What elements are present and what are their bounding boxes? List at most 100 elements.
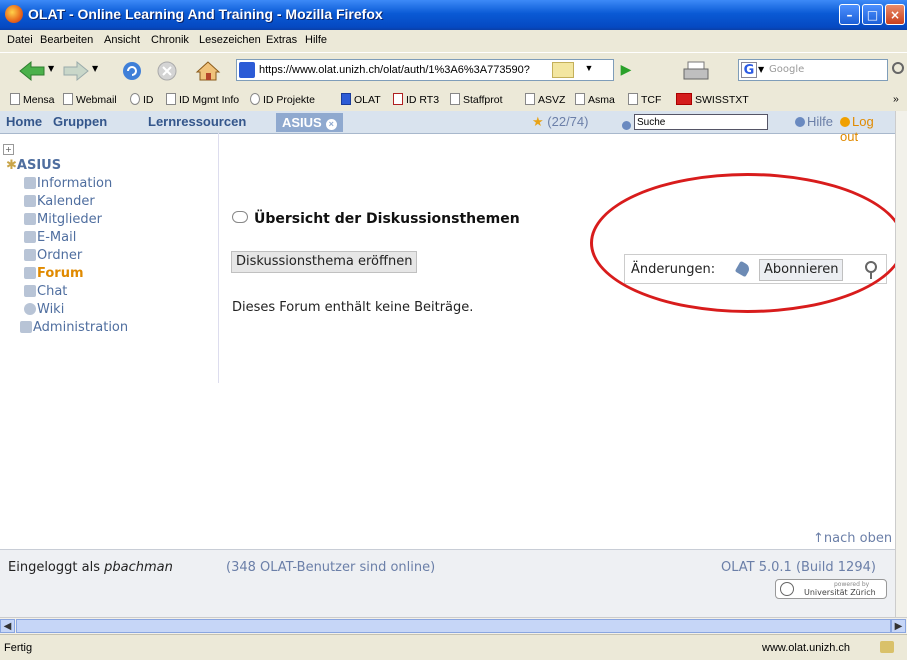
bookmark-id[interactable]: ID: [130, 93, 154, 106]
home-icon[interactable]: [195, 60, 221, 82]
university-label: Universität Zürich: [804, 588, 876, 597]
tab-asius[interactable]: ASIUS ×: [276, 113, 343, 132]
menu-item-information[interactable]: Information: [24, 176, 112, 191]
menu-item-forum[interactable]: Forum: [24, 266, 84, 281]
nav-lernressourcen[interactable]: Lernressourcen: [148, 114, 246, 129]
bookmark-count[interactable]: ★ (22/74): [532, 114, 588, 130]
scroll-left-icon[interactable]: ◀: [0, 619, 15, 633]
menu-chronik[interactable]: Chronik: [151, 34, 189, 46]
close-tab-icon[interactable]: ×: [325, 119, 337, 130]
google-icon[interactable]: G: [741, 62, 757, 78]
bookmark-mensa[interactable]: Mensa: [10, 93, 55, 106]
olat-icon: [341, 93, 351, 105]
chat-icon: [24, 285, 36, 297]
menu-item-mitglieder[interactable]: Mitglieder: [24, 212, 102, 227]
page-icon: [450, 93, 460, 105]
scroll-right-icon[interactable]: ▶: [891, 619, 906, 633]
stop-icon[interactable]: [155, 60, 179, 82]
nav-home[interactable]: Home: [6, 114, 42, 129]
logout-link[interactable]: Log out: [840, 114, 895, 144]
university-seal-icon: [780, 582, 794, 596]
forum-icon: [232, 211, 248, 223]
bookmarks-overflow-icon[interactable]: »: [893, 93, 899, 105]
search-icon: [622, 121, 631, 130]
bookmark-asma[interactable]: Asma: [575, 93, 615, 106]
version-info: OLAT 5.0.1 (Build 1294): [721, 560, 876, 575]
menu-item-email[interactable]: E-Mail: [24, 230, 76, 245]
menu-item-label: Wiki: [37, 302, 65, 317]
menu-item-wiki[interactable]: Wiki: [24, 302, 64, 317]
online-users: (348 OLAT-Benutzer sind online): [226, 560, 436, 575]
bookmark-label: OLAT: [354, 94, 381, 106]
menu-bearbeiten[interactable]: Bearbeiten: [40, 34, 93, 46]
site-icon: [239, 62, 255, 78]
wiki-icon: [24, 303, 36, 315]
forum-icon: [24, 267, 36, 279]
bookmark-olat[interactable]: OLAT: [341, 93, 381, 106]
menu-item-ordner[interactable]: Ordner: [24, 248, 82, 263]
menu-lesezeichen[interactable]: Lesezeichen: [199, 34, 261, 46]
username: pbachman: [104, 560, 173, 575]
forward-dropdown-icon[interactable]: ▼: [92, 64, 98, 73]
print-icon[interactable]: [682, 60, 712, 82]
menu-datei[interactable]: Datei: [7, 34, 33, 46]
minimize-button[interactable]: –: [839, 4, 860, 25]
bookmark-id-rt3[interactable]: ID RT3: [393, 93, 439, 106]
horizontal-scrollbar[interactable]: ◀ ▶: [0, 617, 907, 635]
menu-item-kalender[interactable]: Kalender: [24, 194, 95, 209]
mail-icon: [24, 231, 36, 243]
login-info: Eingeloggt als pbachman: [8, 560, 173, 575]
url-dropdown-icon[interactable]: ▼: [582, 63, 596, 77]
menu-item-label: Mitglieder: [37, 212, 102, 227]
menu-extras[interactable]: Extras: [266, 34, 297, 46]
reload-icon[interactable]: [120, 60, 144, 82]
help-link[interactable]: Hilfe: [795, 114, 833, 129]
back-dropdown-icon[interactable]: ▼: [48, 64, 54, 73]
security-lock-icon[interactable]: [552, 62, 574, 78]
lock-icon[interactable]: [880, 641, 894, 653]
firefox-icon: [5, 5, 23, 23]
window-titlebar: OLAT - Online Learning And Training - Mo…: [0, 0, 907, 30]
back-to-top-link[interactable]: ↑nach oben: [813, 531, 892, 546]
changes-label: Änderungen:: [631, 262, 716, 277]
menu-hilfe[interactable]: Hilfe: [305, 34, 327, 46]
status-domain: www.olat.unizh.ch: [762, 642, 851, 654]
bookmark-id-mgmt-info[interactable]: ID Mgmt Info: [166, 93, 239, 106]
bookmark-asvz[interactable]: ASVZ: [525, 93, 565, 106]
web-search-box[interactable]: G ▼ Google: [738, 59, 888, 81]
page-content: Home Gruppen Lernressourcen ASIUS × ★ (22…: [0, 111, 905, 618]
bookmark-id-projekte[interactable]: ID Projekte: [250, 93, 315, 106]
close-button[interactable]: ×: [885, 4, 905, 25]
scroll-thumb[interactable]: [16, 619, 891, 633]
subscribe-button[interactable]: Abonnieren: [759, 259, 844, 281]
window-title: OLAT - Online Learning And Training - Mo…: [28, 6, 383, 22]
search-engine-dropdown-icon[interactable]: ▼: [758, 65, 764, 74]
bookmark-webmail[interactable]: Webmail: [63, 93, 117, 106]
maximize-button[interactable]: □: [862, 4, 883, 25]
olat-search-input[interactable]: [634, 114, 768, 130]
bookmark-staffprot[interactable]: Staffprot: [450, 93, 503, 106]
forward-icon[interactable]: [62, 60, 90, 82]
back-icon[interactable]: [18, 60, 46, 82]
open-topic-button[interactable]: Diskussionsthema eröffnen: [231, 251, 418, 273]
bookmark-swisstxt[interactable]: SWISSTXT: [676, 93, 749, 106]
menu-item-administration[interactable]: Administration: [20, 320, 128, 335]
university-logo[interactable]: powered by Universität Zürich: [775, 579, 887, 599]
url-bar[interactable]: https://www.olat.unizh.ch/olat/auth/1%3A…: [236, 59, 614, 81]
menu-item-label: Chat: [37, 284, 68, 299]
magnifier-icon[interactable]: [891, 60, 907, 80]
menu-item-label: Kalender: [37, 194, 95, 209]
expand-icon[interactable]: +: [3, 144, 14, 155]
menu-item-chat[interactable]: Chat: [24, 284, 67, 299]
annotation-circle: [590, 173, 905, 313]
menu-item-label: Administration: [33, 320, 129, 335]
id-icon: [130, 93, 140, 105]
vertical-scrollbar[interactable]: [895, 111, 907, 617]
course-title[interactable]: ✱ASIUS: [6, 158, 61, 173]
nav-gruppen[interactable]: Gruppen: [53, 114, 107, 129]
help-pin-icon[interactable]: [865, 261, 877, 279]
go-button[interactable]: ▶: [616, 60, 636, 80]
subscription-box: Änderungen: Abonnieren: [624, 254, 887, 284]
bookmark-tcf[interactable]: TCF: [628, 93, 661, 106]
menu-ansicht[interactable]: Ansicht: [104, 34, 140, 46]
